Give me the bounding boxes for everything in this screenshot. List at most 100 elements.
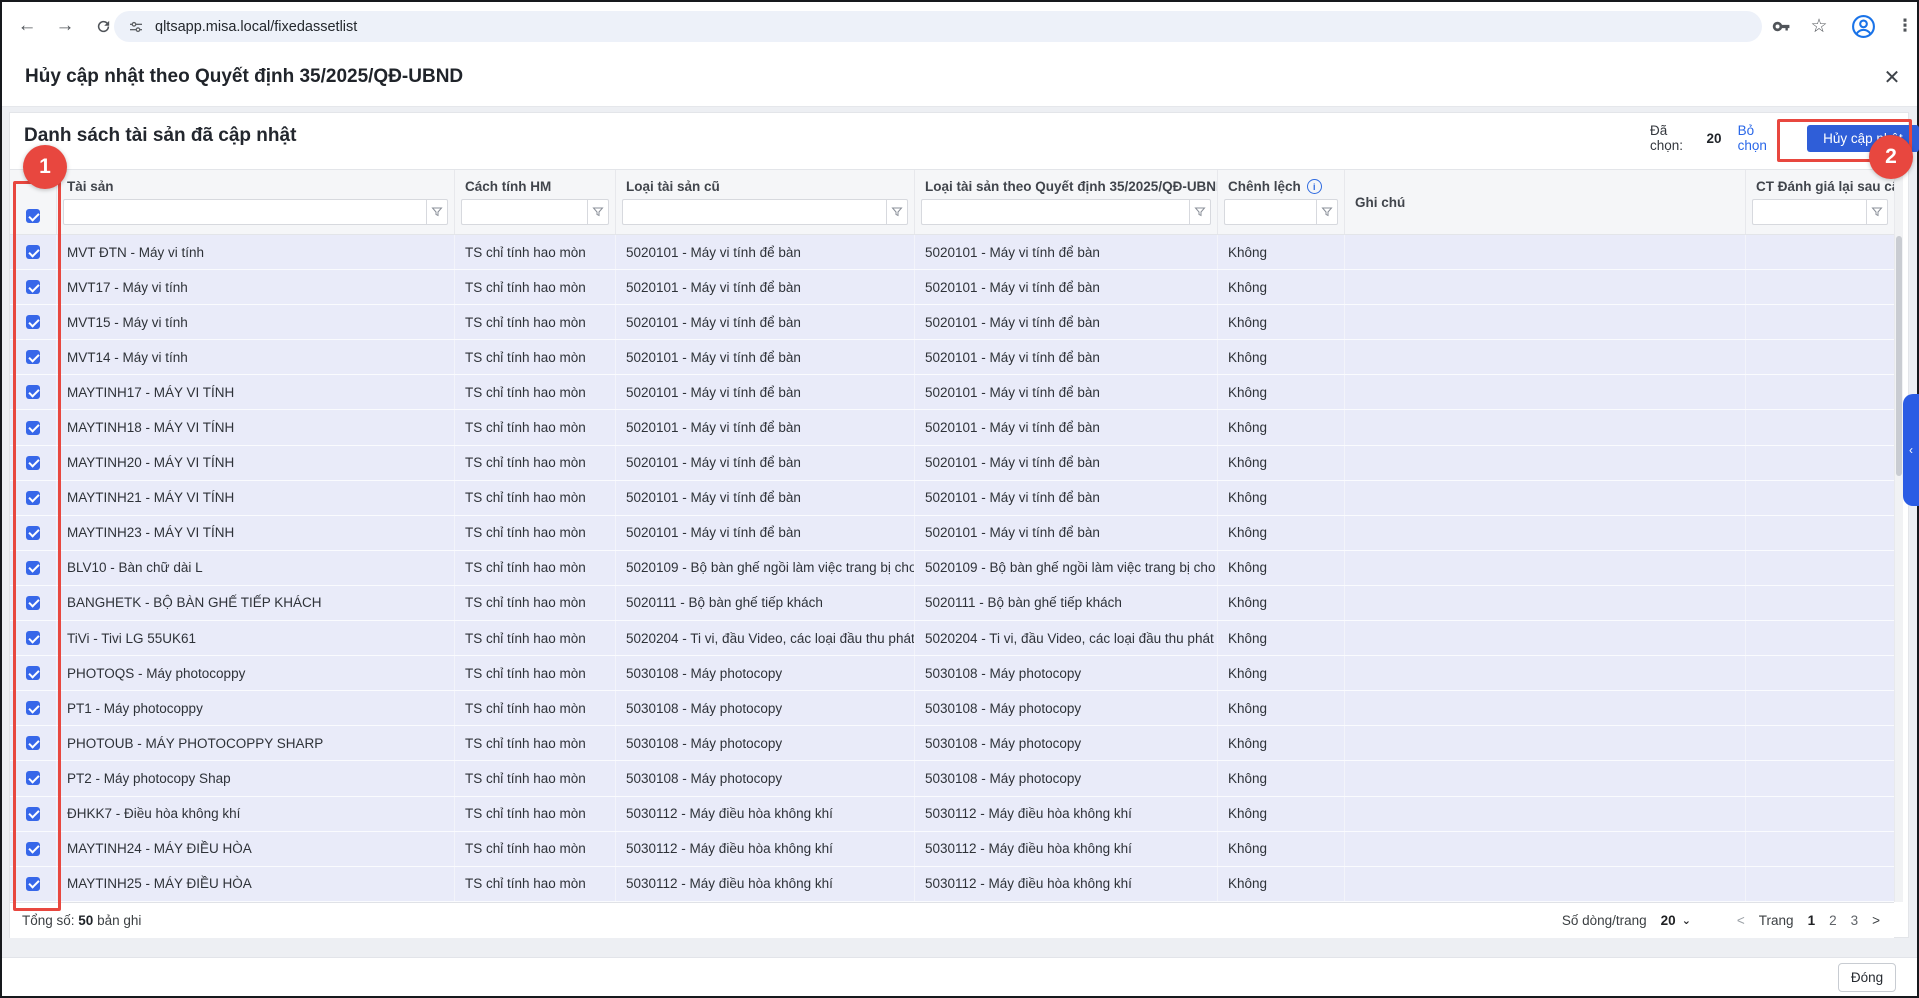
row-checkbox[interactable]	[26, 666, 40, 680]
cell-old-type: 5030112 - Máy điều hòa không khí	[616, 797, 915, 831]
browser-toolbar: ← → qltsapp.misa.local/fixedassetlist ☆ …	[2, 2, 1917, 50]
scrollbar-thumb[interactable]	[1896, 236, 1902, 476]
filter-funnel-icon[interactable]	[587, 199, 609, 225]
cell-old-type: 5020101 - Máy vi tính để bàn	[616, 410, 915, 444]
filter-input-method[interactable]	[461, 199, 587, 225]
pagination: Số dòng/trang 20 ⌄ < Trang 1 2 3 >	[1562, 913, 1880, 928]
cancel-update-button[interactable]: Hủy cập nhật	[1807, 125, 1919, 152]
cell-asset: ĐHKK7 - Điều hòa không khí	[57, 797, 455, 831]
table-row[interactable]: MAYTINH25 - MÁY ĐIỀU HÒA TS chỉ tính hao…	[10, 867, 1894, 902]
filter-funnel-icon[interactable]	[1866, 199, 1888, 225]
row-checkbox[interactable]	[26, 421, 40, 435]
cell-diff: Không	[1218, 761, 1345, 795]
table-row[interactable]: BLV10 - Bàn chữ dài L TS chỉ tính hao mò…	[10, 551, 1894, 586]
page-next-icon[interactable]: >	[1872, 913, 1880, 928]
cell-revaluation	[1746, 305, 1894, 339]
url-bar[interactable]: qltsapp.misa.local/fixedassetlist	[114, 11, 1762, 42]
modal-bottom-bar: Đóng	[2, 957, 1917, 996]
table-row[interactable]: MAYTINH17 - MÁY VI TÍNH TS chỉ tính hao …	[10, 375, 1894, 410]
row-checkbox[interactable]	[26, 596, 40, 610]
table-row[interactable]: MVT14 - Máy vi tính TS chỉ tính hao mòn …	[10, 340, 1894, 375]
filter-funnel-icon[interactable]	[1189, 199, 1211, 225]
filter-funnel-icon[interactable]	[426, 199, 448, 225]
cell-asset: MAYTINH18 - MÁY VI TÍNH	[57, 410, 455, 444]
row-checkbox[interactable]	[26, 736, 40, 750]
cell-revaluation	[1746, 726, 1894, 760]
collapse-panel-tab[interactable]: ‹	[1903, 394, 1919, 506]
page-prev-icon[interactable]: <	[1737, 913, 1745, 928]
cell-old-type: 5030108 - Máy photocopy	[616, 691, 915, 725]
row-checkbox[interactable]	[26, 561, 40, 575]
filter-input-old-type[interactable]	[622, 199, 886, 225]
filter-input-revaluation[interactable]	[1752, 199, 1866, 225]
cell-old-type: 5030112 - Máy điều hòa không khí	[616, 867, 915, 901]
rows-per-page-select[interactable]: 20 ⌄	[1661, 913, 1691, 928]
page-number-3[interactable]: 3	[1851, 913, 1859, 928]
browser-menu-icon[interactable]: ⋮	[1892, 13, 1918, 39]
modal-titlebar: Hủy cập nhật theo Quyết định 35/2025/QĐ-…	[2, 49, 1917, 107]
vertical-scrollbar[interactable]	[1894, 170, 1903, 902]
row-checkbox[interactable]	[26, 842, 40, 856]
cell-old-type: 5020101 - Máy vi tính để bàn	[616, 340, 915, 374]
filter-input-diff[interactable]	[1224, 199, 1316, 225]
table-row[interactable]: MVT17 - Máy vi tính TS chỉ tính hao mòn …	[10, 270, 1894, 305]
cell-revaluation	[1746, 340, 1894, 374]
row-checkbox[interactable]	[26, 456, 40, 470]
table-row[interactable]: BANGHETK - BỘ BÀN GHẾ TIẾP KHÁCH TS chỉ …	[10, 586, 1894, 621]
row-checkbox-cell	[10, 832, 57, 866]
row-checkbox[interactable]	[26, 771, 40, 785]
table-row[interactable]: TiVi - Tivi LG 55UK61 TS chỉ tính hao mò…	[10, 621, 1894, 656]
cell-method: TS chỉ tính hao mòn	[455, 797, 616, 831]
table-row[interactable]: MAYTINH24 - MÁY ĐIỀU HÒA TS chỉ tính hao…	[10, 832, 1894, 867]
close-button[interactable]: Đóng	[1838, 963, 1896, 992]
row-checkbox[interactable]	[26, 315, 40, 329]
table-row[interactable]: PHOTOUB - MÁY PHOTOCOPPY SHARP TS chỉ tí…	[10, 726, 1894, 761]
browser-reload-icon[interactable]	[90, 13, 116, 39]
selected-count: 20	[1707, 131, 1722, 146]
page-number-1[interactable]: 1	[1808, 913, 1816, 928]
close-icon[interactable]: ✕	[1878, 63, 1906, 91]
cell-old-type: 5020101 - Máy vi tính để bàn	[616, 305, 915, 339]
row-checkbox[interactable]	[26, 701, 40, 715]
row-checkbox[interactable]	[26, 245, 40, 259]
table-row[interactable]: MAYTINH18 - MÁY VI TÍNH TS chỉ tính hao …	[10, 410, 1894, 445]
profile-avatar-icon[interactable]	[1850, 13, 1876, 39]
row-checkbox-cell	[10, 235, 57, 269]
site-settings-icon[interactable]	[128, 19, 144, 35]
deselect-link[interactable]: Bỏ chọn	[1738, 123, 1785, 153]
row-checkbox[interactable]	[26, 526, 40, 540]
cell-asset: MAYTINH25 - MÁY ĐIỀU HÒA	[57, 867, 455, 901]
password-key-icon[interactable]	[1768, 13, 1794, 39]
row-checkbox[interactable]	[26, 631, 40, 645]
table-row[interactable]: MAYTINH23 - MÁY VI TÍNH TS chỉ tính hao …	[10, 516, 1894, 551]
page-number-2[interactable]: 2	[1829, 913, 1837, 928]
row-checkbox[interactable]	[26, 491, 40, 505]
cell-revaluation	[1746, 270, 1894, 304]
browser-forward-icon[interactable]: →	[52, 13, 78, 39]
table-row[interactable]: MAYTINH20 - MÁY VI TÍNH TS chỉ tính hao …	[10, 446, 1894, 481]
table-row[interactable]: MVT15 - Máy vi tính TS chỉ tính hao mòn …	[10, 305, 1894, 340]
table-row[interactable]: PHOTOQS - Máy photocoppy TS chỉ tính hao…	[10, 656, 1894, 691]
bookmark-star-icon[interactable]: ☆	[1806, 13, 1832, 39]
row-checkbox[interactable]	[26, 807, 40, 821]
table-row[interactable]: MVT ĐTN - Máy vi tính TS chỉ tính hao mò…	[10, 235, 1894, 270]
filter-funnel-icon[interactable]	[886, 199, 908, 225]
header-old-type: Loại tài sản cũ	[616, 170, 915, 234]
table-row[interactable]: PT2 - Máy photocopy Shap TS chỉ tính hao…	[10, 761, 1894, 796]
info-icon[interactable]: i	[1307, 179, 1322, 194]
select-all-checkbox[interactable]	[26, 209, 40, 223]
cell-revaluation	[1746, 586, 1894, 620]
table-row[interactable]: ĐHKK7 - Điều hòa không khí TS chỉ tính h…	[10, 797, 1894, 832]
url-text[interactable]: qltsapp.misa.local/fixedassetlist	[155, 19, 357, 35]
row-checkbox-cell	[10, 551, 57, 585]
row-checkbox[interactable]	[26, 350, 40, 364]
browser-back-icon[interactable]: ←	[14, 13, 40, 39]
filter-funnel-icon[interactable]	[1316, 199, 1338, 225]
row-checkbox[interactable]	[26, 280, 40, 294]
filter-input-new-type[interactable]	[921, 199, 1189, 225]
filter-input-asset[interactable]	[63, 199, 426, 225]
table-row[interactable]: PT1 - Máy photocoppy TS chỉ tính hao mòn…	[10, 691, 1894, 726]
row-checkbox[interactable]	[26, 877, 40, 891]
table-row[interactable]: MAYTINH21 - MÁY VI TÍNH TS chỉ tính hao …	[10, 481, 1894, 516]
row-checkbox[interactable]	[26, 385, 40, 399]
